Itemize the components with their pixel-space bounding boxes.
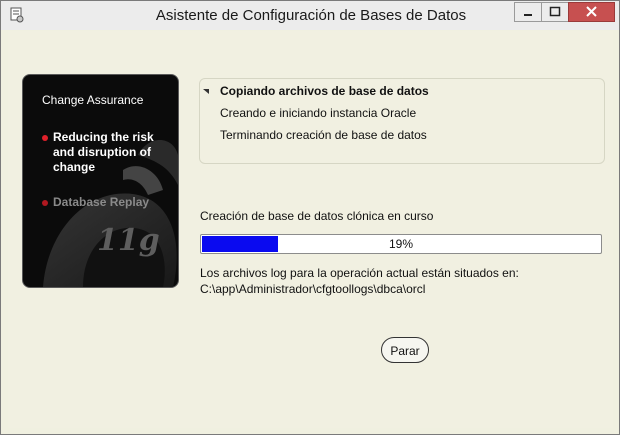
close-button[interactable] bbox=[568, 2, 615, 22]
client-area: Change Assurance Reducing the risk and d… bbox=[8, 31, 613, 428]
step-item-copying: Copiando archivos de base de datos bbox=[203, 84, 429, 98]
panel-item-label: Database Replay bbox=[53, 195, 150, 209]
panel-heading: Change Assurance bbox=[42, 93, 144, 107]
step-label: Terminando creación de base de datos bbox=[220, 128, 427, 142]
step-label: Creando e iniciando instancia Oracle bbox=[220, 106, 417, 120]
minimize-icon bbox=[524, 14, 532, 16]
maximize-button[interactable] bbox=[541, 2, 569, 22]
dbca-window: Asistente de Configuración de Bases de D… bbox=[0, 0, 620, 435]
steps-list: Copiando archivos de base de datos Crean… bbox=[199, 78, 605, 164]
progress-status-label: Creación de base de datos clónica en cur… bbox=[200, 209, 434, 223]
progress-bar: 19% bbox=[200, 234, 602, 254]
oracle-11g-logo: 11g bbox=[97, 223, 160, 258]
progress-percent-text: 19% bbox=[388, 237, 414, 251]
step-item-finishing: Terminando creación de base de datos bbox=[220, 128, 427, 142]
step-item-creating-instance: Creando e iniciando instancia Oracle bbox=[220, 106, 416, 120]
panel-item-label: Reducing the risk and disruption of chan… bbox=[53, 130, 154, 174]
minimize-button[interactable] bbox=[514, 2, 542, 22]
close-icon bbox=[586, 6, 597, 17]
bullet-dot bbox=[42, 135, 48, 141]
step-label: Copiando archivos de base de datos bbox=[220, 84, 429, 98]
maximize-icon bbox=[549, 6, 561, 17]
title-bar[interactable]: Asistente de Configuración de Bases de D… bbox=[1, 1, 619, 30]
bullet-dot bbox=[42, 200, 48, 206]
arrow-indicator-icon bbox=[203, 89, 209, 94]
panel-item-reducing-risk: Reducing the risk and disruption of chan… bbox=[42, 130, 173, 175]
stop-button[interactable]: Parar bbox=[381, 337, 429, 363]
panel-item-database-replay: Database Replay bbox=[42, 195, 150, 210]
log-location-label: Los archivos log para la operación actua… bbox=[200, 266, 519, 280]
log-path: C:\app\Administrador\cfgtoollogs\dbca\or… bbox=[200, 282, 426, 296]
promo-panel: Change Assurance Reducing the risk and d… bbox=[22, 74, 179, 288]
